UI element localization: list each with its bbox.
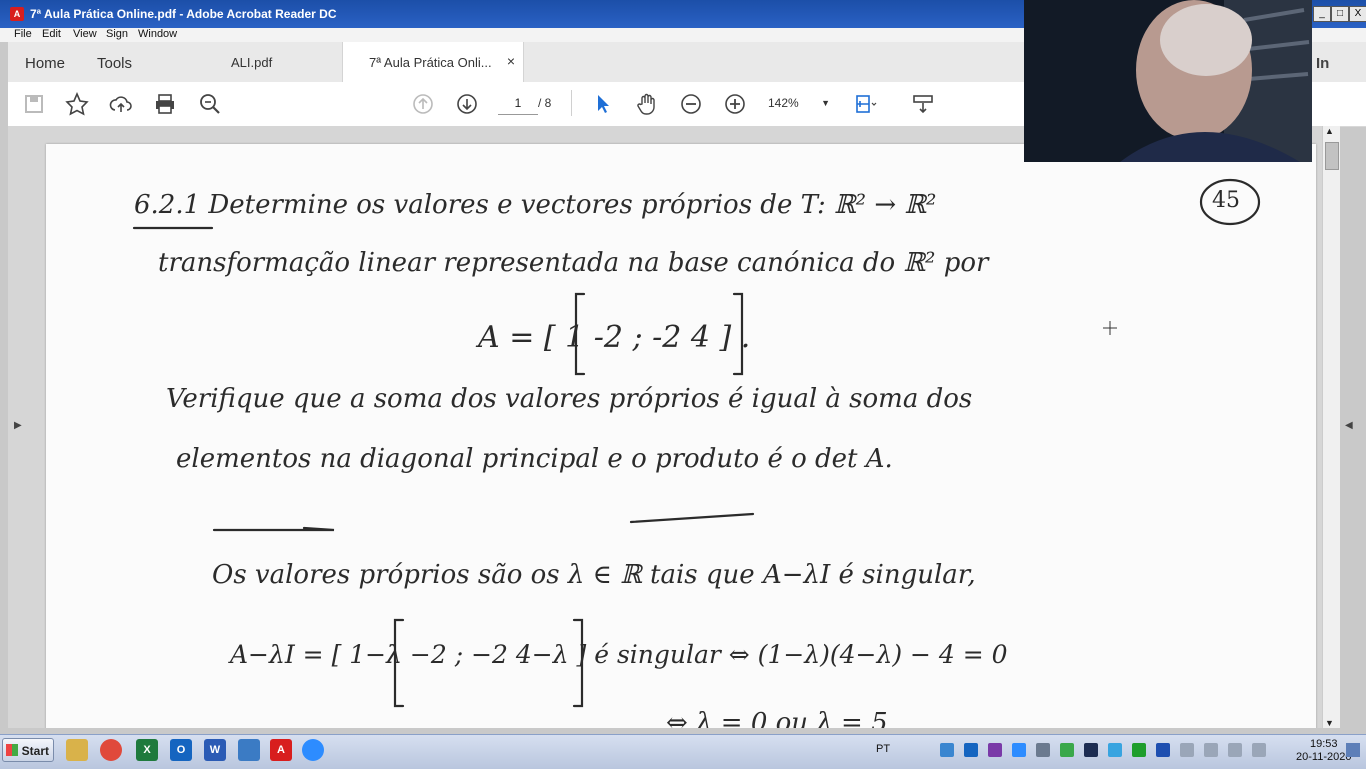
- right-panel-toggle-icon[interactable]: ◀: [1345, 420, 1353, 431]
- clock-time: 19:53: [1309, 738, 1338, 750]
- save-icon[interactable]: [22, 92, 46, 116]
- presenter-video: [1024, 0, 1312, 162]
- battery-icon[interactable]: [1204, 743, 1218, 757]
- left-panel-toggle-icon[interactable]: ▶: [14, 420, 22, 431]
- menu-sign[interactable]: Sign: [106, 28, 128, 40]
- select-arrow-icon[interactable]: [591, 92, 615, 116]
- clock[interactable]: 19:53 20-11-2020: [1296, 738, 1351, 764]
- page-up-icon[interactable]: [411, 92, 435, 116]
- toolbar-divider: [571, 90, 572, 116]
- network-icon[interactable]: [238, 739, 260, 761]
- tray-update-icon[interactable]: [1132, 743, 1146, 757]
- menu-file[interactable]: File: [14, 28, 32, 40]
- sign-in-label[interactable]: In: [1316, 55, 1329, 72]
- tray-cloud-icon[interactable]: [1108, 743, 1122, 757]
- show-desktop-icon[interactable]: [1346, 743, 1360, 757]
- page-down-icon[interactable]: [455, 92, 479, 116]
- zoom-in-icon[interactable]: [723, 92, 747, 116]
- pdf-page: 45 6.2.1 Determine os valores e vectores…: [46, 144, 1316, 728]
- acrobat-icon[interactable]: A: [270, 739, 292, 761]
- tray-outlook-icon[interactable]: [964, 743, 978, 757]
- tab-label: ALI.pdf: [231, 55, 273, 70]
- handwritten-line-4: Verifique que a soma dos valores próprio…: [166, 384, 973, 414]
- network-status-icon[interactable]: [1228, 743, 1242, 757]
- tab-home[interactable]: Home: [25, 55, 65, 72]
- handwritten-line-1: 6.2.1 Determine os valores e vectores pr…: [134, 190, 937, 220]
- circled-page-number: 45: [1212, 188, 1240, 213]
- upload-cloud-icon[interactable]: [109, 92, 133, 116]
- document-viewport[interactable]: 45 6.2.1 Determine os valores e vectores…: [8, 126, 1322, 728]
- scroll-thumb[interactable]: [1325, 142, 1339, 170]
- tray-monitor-icon[interactable]: [1036, 743, 1050, 757]
- menu-window[interactable]: Window: [138, 28, 177, 40]
- maximize-button[interactable]: □: [1331, 6, 1349, 22]
- flag-icon[interactable]: [1180, 743, 1194, 757]
- menu-edit[interactable]: Edit: [42, 28, 61, 40]
- handwritten-line-8: ⇔ λ = 0 ou λ = 5 .: [666, 708, 905, 728]
- start-label: Start: [21, 744, 49, 758]
- webcam-video-overlay: [1024, 0, 1312, 162]
- handwritten-line-7: A−λI = [ 1−λ −2 ; −2 4−λ ] é singular ⇔ …: [230, 640, 1008, 669]
- handwritten-matrix-a: A = [ 1 -2 ; -2 4 ] .: [478, 320, 751, 355]
- tab-label: 7ª Aula Prática Onli...: [369, 55, 492, 70]
- tray-app-icon[interactable]: [1060, 743, 1074, 757]
- print-icon[interactable]: [153, 92, 177, 116]
- explorer-icon[interactable]: [66, 739, 88, 761]
- bluetooth-icon[interactable]: [1156, 743, 1170, 757]
- window-title: 7ª Aula Prática Online.pdf - Adobe Acrob…: [30, 7, 337, 21]
- zoom-value: 142%: [768, 96, 799, 110]
- menu-view[interactable]: View: [73, 28, 97, 40]
- outlook-icon[interactable]: O: [170, 739, 192, 761]
- chevron-down-icon: ▼: [821, 98, 830, 108]
- acrobat-app-icon: A: [10, 7, 24, 21]
- scroll-up-icon[interactable]: ▲: [1325, 126, 1334, 136]
- zoom-level-dropdown[interactable]: 142% ▼: [768, 92, 830, 114]
- word-icon[interactable]: W: [204, 739, 226, 761]
- minimize-button[interactable]: _: [1313, 6, 1331, 22]
- page-number-input[interactable]: 1: [498, 92, 538, 115]
- windows-logo-icon: [6, 744, 18, 756]
- clock-date: 20-11-2020: [1296, 751, 1352, 763]
- tab-tools[interactable]: Tools: [97, 55, 132, 72]
- tab-ali-pdf[interactable]: ALI.pdf: [168, 42, 343, 82]
- tab-aula-pratica[interactable]: 7ª Aula Prática Onli... ×: [342, 42, 524, 82]
- language-indicator[interactable]: PT: [876, 743, 890, 755]
- crosshair-cursor-icon: [1103, 321, 1117, 335]
- zoom-icon[interactable]: [302, 739, 324, 761]
- vertical-scrollbar[interactable]: ▲ ▼: [1322, 126, 1340, 728]
- close-tab-icon[interactable]: ×: [507, 53, 515, 69]
- volume-icon[interactable]: [1252, 743, 1266, 757]
- handwritten-line-2: transformação linear representada na bas…: [158, 248, 989, 278]
- chrome-icon[interactable]: [100, 739, 122, 761]
- page-total: / 8: [538, 96, 552, 110]
- handwritten-line-6: Os valores próprios são os λ ∈ ℝ tais qu…: [212, 560, 976, 590]
- bookmark-star-icon[interactable]: [65, 91, 89, 116]
- handwritten-line-5: elementos na diagonal principal e o prod…: [176, 444, 893, 474]
- scroll-mode-icon[interactable]: [911, 92, 935, 116]
- tray-skype-icon[interactable]: [940, 743, 954, 757]
- tray-teams-icon[interactable]: [1084, 743, 1098, 757]
- taskbar: Start X O W A PT 19:53 20-11-2020: [0, 734, 1366, 769]
- excel-icon[interactable]: X: [136, 739, 158, 761]
- tray-zoom-icon[interactable]: [1012, 743, 1026, 757]
- zoom-search-icon[interactable]: [198, 92, 222, 116]
- zoom-out-icon[interactable]: [679, 92, 703, 116]
- hand-tool-icon[interactable]: [635, 92, 659, 116]
- tray-onenote-icon[interactable]: [988, 743, 1002, 757]
- close-window-button[interactable]: X: [1349, 6, 1366, 22]
- fit-page-icon[interactable]: [853, 92, 877, 116]
- scroll-down-icon[interactable]: ▼: [1325, 718, 1334, 728]
